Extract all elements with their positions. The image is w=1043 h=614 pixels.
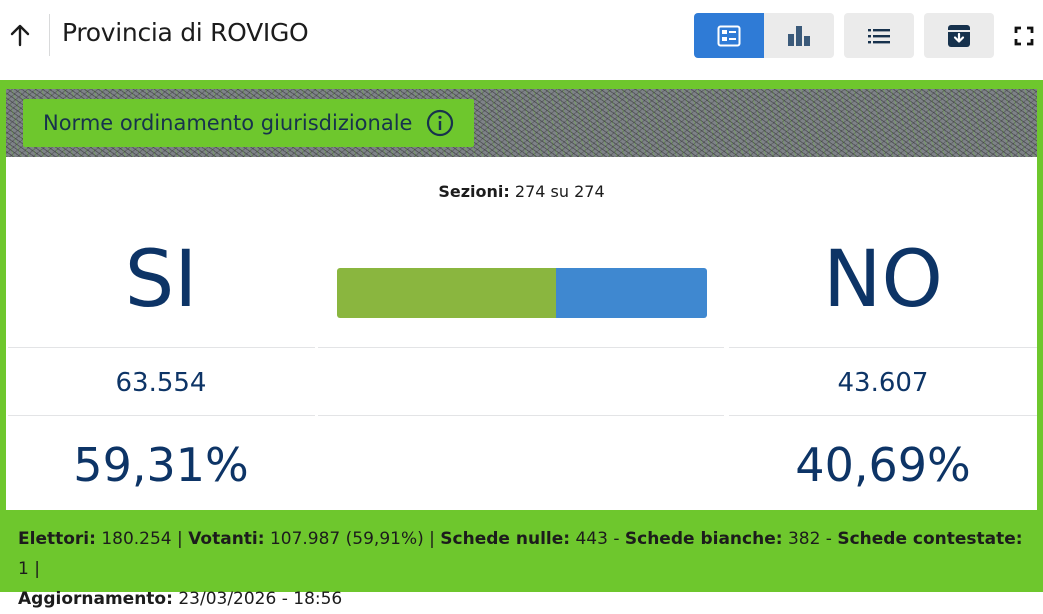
card-view-button[interactable] <box>694 13 764 58</box>
si-votes: 63.554 <box>115 368 207 398</box>
divider <box>8 347 315 348</box>
archive-download-icon <box>948 24 970 47</box>
votanti-value: 107.987 (59,91%) <box>269 529 424 549</box>
no-bar-segment <box>556 268 707 318</box>
chart-view-button[interactable] <box>764 13 834 58</box>
votanti-label: Votanti: <box>188 529 265 549</box>
page-title: Provincia di ROVIGO <box>62 18 309 47</box>
list-icon <box>868 28 890 43</box>
result-bar <box>337 268 707 318</box>
info-icon[interactable] <box>426 109 454 137</box>
summary-footer: Elettori: 180.254 | Votanti: 107.987 (59… <box>18 524 1028 614</box>
nulle-value: 443 <box>575 529 608 549</box>
si-percent: 59,31% <box>73 438 249 492</box>
no-label: NO <box>823 235 943 325</box>
divider <box>8 415 315 416</box>
quesito-title: Norme ordinamento giurisdizionale <box>43 111 413 135</box>
fullscreen-icon <box>1014 26 1034 45</box>
bianche-value: 382 <box>787 529 821 549</box>
sezioni-label: Sezioni: <box>438 182 510 201</box>
arrow-up-icon <box>10 24 30 47</box>
aggiornamento-label: Aggiornamento: <box>18 589 173 609</box>
divider <box>318 415 724 416</box>
summary-line-1: Elettori: 180.254 | Votanti: 107.987 (59… <box>18 529 1023 579</box>
no-percent: 40,69% <box>795 438 971 492</box>
archive-button[interactable] <box>924 13 994 58</box>
header-divider <box>49 14 50 56</box>
si-label: SI <box>124 235 198 325</box>
contestate-value: 1 <box>18 559 29 579</box>
card-view-icon <box>717 25 741 46</box>
aggiornamento-value: 23/03/2026 - 18:56 <box>178 589 343 609</box>
no-votes: 43.607 <box>837 368 929 398</box>
sezioni-value: 274 su 274 <box>514 182 605 201</box>
sezioni-count: Sezioni: 274 su 274 <box>6 182 1037 201</box>
elettori-value: 180.254 <box>101 529 172 549</box>
back-arrow-button[interactable] <box>6 20 34 50</box>
quesito-tag: Norme ordinamento giurisdizionale <box>23 99 475 147</box>
divider <box>729 415 1037 416</box>
nulle-label: Schede nulle: <box>440 529 571 549</box>
elettori-label: Elettori: <box>18 529 96 549</box>
header-bar: Provincia di ROVIGO <box>0 0 1043 80</box>
divider <box>729 347 1037 348</box>
contestate-label: Schede contestate: <box>837 529 1023 549</box>
summary-line-2: Aggiornamento: 23/03/2026 - 18:56 <box>18 584 1028 614</box>
list-view-button[interactable] <box>844 13 914 58</box>
fullscreen-button[interactable] <box>1010 13 1038 58</box>
bar-chart-icon <box>788 25 810 46</box>
bianche-label: Schede bianche: <box>624 529 783 549</box>
si-bar-segment <box>337 268 557 318</box>
divider <box>318 347 724 348</box>
